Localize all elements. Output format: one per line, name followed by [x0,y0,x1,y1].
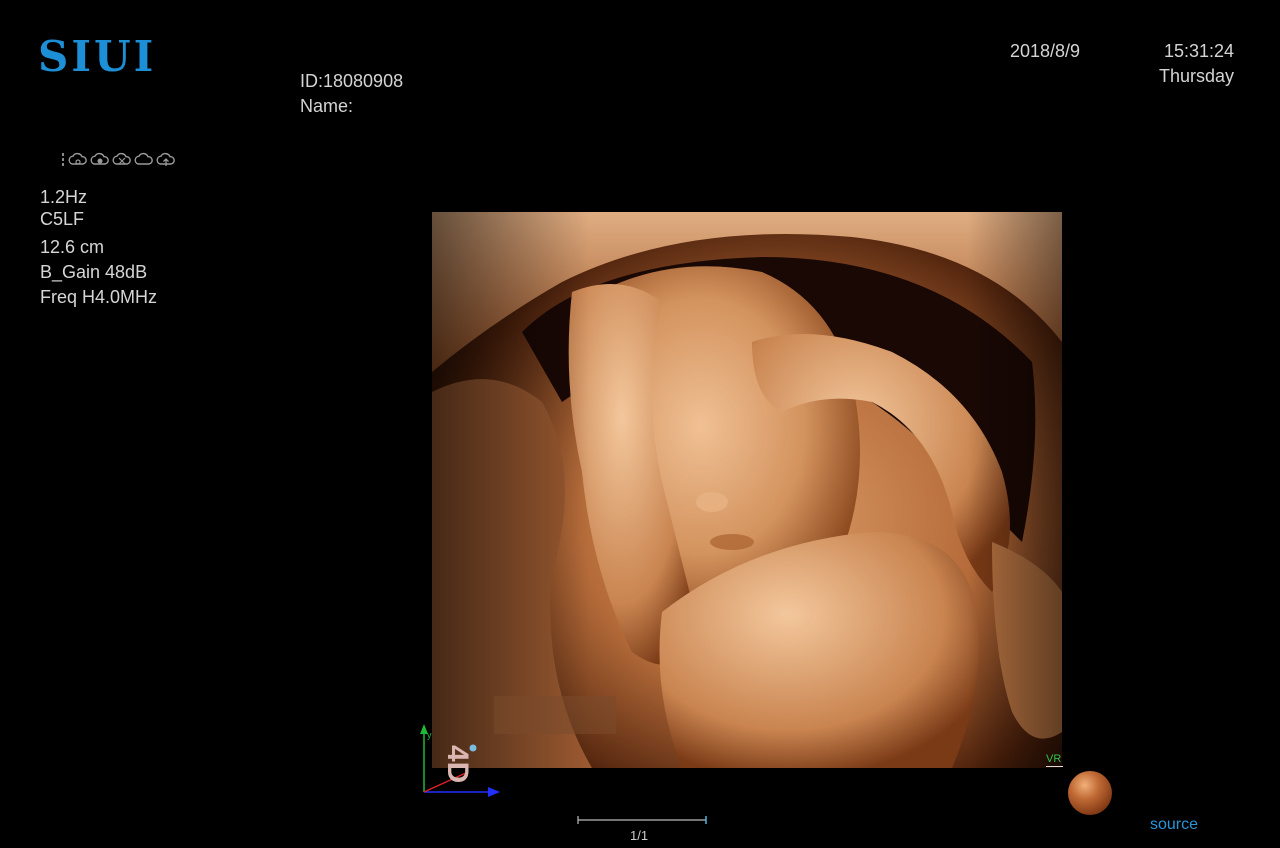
source-label[interactable]: source [1150,816,1198,834]
frame-rate: 1.2Hz [40,187,88,207]
mode-4d-label: 4D [441,745,474,784]
patient-id: ID:18080908 [300,71,404,91]
cloud-icon [90,152,109,165]
cloud-icon [112,152,131,165]
probe-model: C5LF [40,209,85,229]
light-source-sphere[interactable] [1068,771,1112,815]
siui-logo: SIUI [38,32,157,81]
cloud-upload-icon [156,152,175,166]
time: 15:31:24 [1164,41,1235,61]
weekday: Thursday [1159,66,1235,86]
cine-scale-bar[interactable] [577,816,707,824]
frequency: Freq H4.0MHz [40,287,158,307]
rendered-4d-view[interactable] [432,212,1062,768]
axis-y-label: y [427,730,432,740]
fetal-render-image [432,212,1062,768]
depth: 12.6 cm [40,237,105,257]
date: 2018/8/9 [1010,41,1081,61]
patient-name-label: Name: [300,96,354,116]
page-indicator: 1/1 [630,828,649,843]
b-gain: B_Gain 48dB [40,262,148,282]
status-icons [60,152,176,168]
render-mode-vr[interactable]: VR [1046,753,1064,767]
signal-bars-icon [62,153,64,166]
cloud-icon [68,152,87,165]
cloud-icon [134,152,153,165]
